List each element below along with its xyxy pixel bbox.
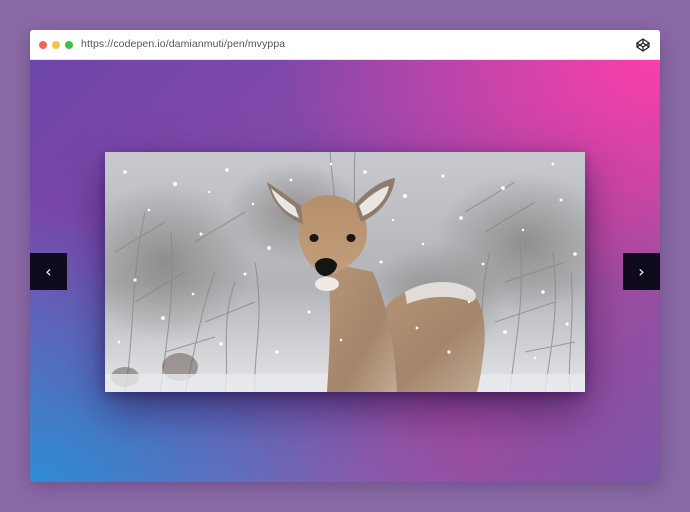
slider-image (105, 152, 585, 392)
page-viewport: ‹ › (30, 60, 660, 482)
maximize-window-dot[interactable] (65, 41, 73, 49)
close-window-dot[interactable] (39, 41, 47, 49)
address-bar-url[interactable]: https://codepen.io/damianmuti/pen/mvyppa (81, 38, 285, 50)
chevron-left-icon: ‹ (45, 262, 52, 281)
minimize-window-dot[interactable] (52, 41, 60, 49)
codepen-icon[interactable] (636, 38, 650, 52)
chevron-right-icon: › (638, 262, 645, 281)
slider-next-button[interactable]: › (623, 253, 660, 290)
browser-toolbar: https://codepen.io/damianmuti/pen/mvyppa (30, 30, 660, 60)
slider-prev-button[interactable]: ‹ (30, 253, 67, 290)
browser-window: https://codepen.io/damianmuti/pen/mvyppa (30, 30, 660, 482)
